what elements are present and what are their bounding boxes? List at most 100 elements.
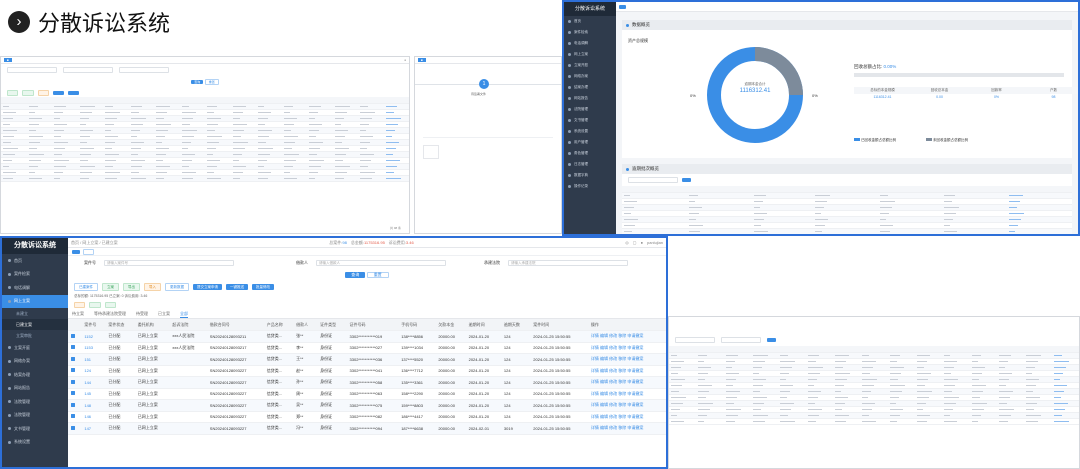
dashboard-sidebar-item[interactable]: 操作记录 — [564, 181, 616, 192]
dashboard-sidebar-item[interactable]: 网上立案 — [564, 49, 616, 60]
sidebar-item[interactable]: 网上立案 — [2, 294, 68, 308]
sidebar-item[interactable]: 案件检索 — [2, 268, 68, 282]
column-header[interactable]: 手机号码 — [398, 319, 436, 331]
checkbox-icon[interactable] — [71, 414, 75, 419]
table-row[interactable]: 124 已分配 已网上立案 SN20240128093227 信贷类... 赵** 身份证 3… — [68, 365, 666, 377]
column-header[interactable]: 逾期时间 — [465, 319, 501, 331]
dashboard-sidebar-item[interactable]: 法院管理 — [564, 104, 616, 115]
action-button[interactable]: 一键推送 — [226, 284, 248, 290]
sidebar-item[interactable]: 网站报告 — [2, 382, 68, 396]
dashboard-sidebar-item[interactable]: 首页 — [564, 16, 616, 27]
column-header[interactable]: 借款合同号 — [206, 319, 264, 331]
report-search-button[interactable] — [767, 338, 776, 342]
cell-no[interactable]: 147 — [81, 422, 106, 435]
action-button[interactable] — [68, 90, 80, 95]
secondary-button[interactable] — [74, 302, 86, 308]
table-row[interactable] — [1, 175, 409, 182]
checkbox-icon[interactable] — [71, 391, 75, 396]
checkbox-icon[interactable] — [71, 333, 75, 338]
row-checkbox[interactable] — [68, 330, 82, 343]
row-checkbox[interactable] — [68, 411, 82, 423]
checkbox-icon[interactable] — [71, 368, 75, 373]
cell-ops[interactable]: 详情 编辑 修改 移除 申请撤案 — [587, 399, 666, 412]
lock-icon[interactable]: ▢ — [633, 240, 637, 245]
table-row[interactable]: 145 已分配 已网上立案 SN20240128093227 信贷类... 周** 身份证 3… — [68, 388, 666, 400]
cell-no[interactable]: 144 — [81, 376, 106, 389]
cell-no[interactable]: 146 — [81, 411, 106, 423]
sidebar-item[interactable]: 立案开庭 — [2, 341, 68, 355]
filter-input[interactable] — [63, 67, 113, 73]
sidebar-item[interactable]: 立案审批 — [2, 330, 68, 341]
row-checkbox[interactable] — [68, 342, 82, 354]
action-button[interactable]: 立案 — [102, 283, 119, 291]
row-checkbox[interactable] — [68, 399, 82, 412]
column-header[interactable]: 证件类型 — [317, 319, 347, 331]
action-button[interactable]: 已建案件 — [74, 283, 98, 291]
report-input[interactable] — [675, 337, 715, 343]
checkbox-icon[interactable] — [71, 402, 75, 407]
column-header[interactable]: 欠款本金 — [435, 319, 466, 331]
column-header[interactable]: 委托机构 — [134, 319, 170, 331]
secondary-button[interactable] — [104, 302, 117, 308]
row-checkbox[interactable] — [68, 376, 82, 389]
cell-ops[interactable]: 详情 编辑 修改 移除 申请撤案 — [587, 422, 666, 435]
tab-current[interactable] — [82, 248, 95, 255]
sidebar-item[interactable]: 已建立案 — [2, 319, 68, 330]
table-row[interactable] — [622, 234, 1072, 236]
tab-2[interactable]: 待受理 — [136, 311, 148, 317]
table-row[interactable]: 148 已分配 已网上立案 SN20240128093227 信贷类... 吴** 身份证 3… — [68, 399, 666, 412]
select-all[interactable] — [68, 319, 82, 331]
report-input[interactable] — [721, 337, 761, 343]
secondary-button[interactable] — [89, 302, 101, 308]
column-header[interactable]: 操作 — [587, 319, 666, 331]
reset-button[interactable]: 重置 — [204, 79, 219, 85]
action-button[interactable] — [7, 89, 19, 96]
cell-ops[interactable]: 详情 编辑 修改 移除 申请撤案 — [587, 411, 666, 423]
cell-ops[interactable]: 详情 编辑 修改 移除 申请撤案 — [587, 388, 666, 400]
tab-4[interactable]: 全部 — [180, 311, 188, 318]
action-button[interactable]: 导出 — [123, 283, 140, 291]
action-button[interactable]: 更新数据 — [165, 283, 189, 291]
dashboard-sidebar-item[interactable]: 日志管理 — [564, 159, 616, 170]
sidebar-item[interactable]: 电话调解 — [2, 281, 68, 295]
table-row[interactable]: 146 已分配 已网上立案 SN20240128093227 信贷类... 郑** 身份证 3… — [68, 411, 666, 423]
action-button[interactable]: 批量修改 — [252, 284, 274, 290]
cell-ops[interactable]: 详情 编辑 修改 移除 申请撤案 — [587, 342, 666, 354]
search-button[interactable]: 查询 — [345, 272, 366, 278]
tab-home[interactable] — [72, 249, 80, 254]
tab-3[interactable]: 已立案 — [158, 311, 170, 317]
user-icon[interactable]: ● — [404, 58, 406, 62]
table-row[interactable]: 1153 已分配 已网上立案 xxx人民法院 SN20240128093217 信贷类..… — [68, 342, 666, 354]
user-name[interactable]: panlujian — [647, 240, 663, 245]
cell-no[interactable]: 145 — [81, 388, 106, 400]
column-header[interactable]: 借款人 — [293, 319, 318, 331]
batch-search-button[interactable] — [682, 178, 691, 182]
sidebar-item[interactable]: 法院管理 — [2, 395, 68, 409]
cell-ops[interactable]: 详情 编辑 修改 移除 申请撤案 — [587, 330, 666, 343]
column-header[interactable]: 产品名称 — [263, 319, 294, 331]
checkbox-icon[interactable] — [71, 356, 75, 361]
checkbox-icon[interactable] — [71, 425, 75, 430]
sidebar-item[interactable]: 结案办理 — [2, 368, 68, 382]
column-header[interactable]: 案件时间 — [530, 319, 588, 331]
dashboard-sidebar-item[interactable]: 结案办理 — [564, 82, 616, 93]
action-button[interactable] — [22, 89, 34, 96]
tab-0[interactable]: 待立案 — [72, 311, 84, 317]
column-header[interactable]: 逾期天数 — [500, 319, 531, 331]
table-row[interactable] — [669, 418, 1079, 425]
cell-no[interactable]: 1152 — [81, 330, 106, 343]
checkbox-icon[interactable] — [71, 379, 75, 384]
dashboard-sidebar-item[interactable]: 电话调解 — [564, 38, 616, 49]
cell-no[interactable]: 124 — [81, 365, 106, 377]
cell-no[interactable]: 151 — [81, 353, 106, 366]
home-tab[interactable] — [619, 4, 626, 9]
case-no-input[interactable]: 请输入案件号 — [104, 260, 234, 266]
dashboard-sidebar-item[interactable]: 立案开庭 — [564, 60, 616, 71]
party-input[interactable]: 请输入借款人 — [316, 260, 446, 266]
cell-no[interactable]: 1153 — [81, 342, 106, 354]
sidebar-item[interactable]: 法院管理 — [2, 409, 68, 423]
batch-input[interactable] — [628, 177, 678, 183]
cell-ops[interactable]: 详情 编辑 修改 移除 申请撤案 — [587, 353, 666, 366]
table-row[interactable]: 151 已分配 已网上立案 SN20240128093227 信贷类... 王** 身份证 3… — [68, 353, 666, 366]
tab[interactable]: ■ — [418, 58, 426, 62]
